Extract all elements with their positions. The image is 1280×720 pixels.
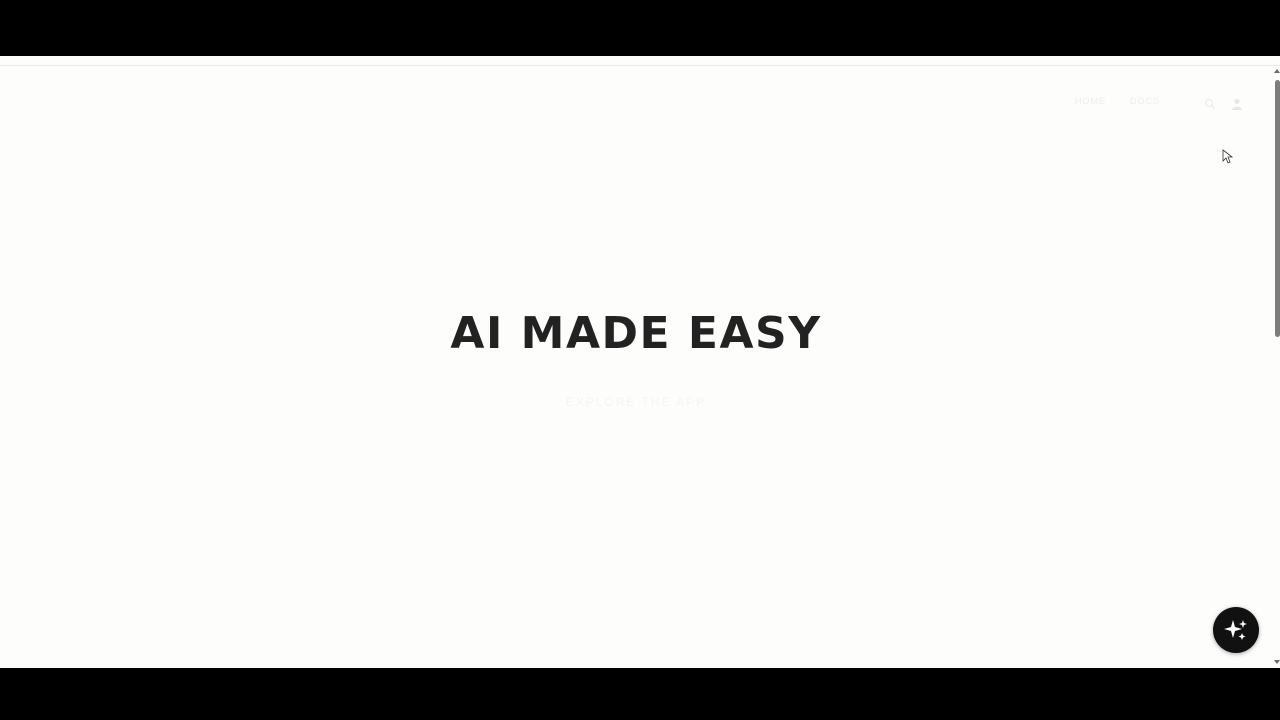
search-icon[interactable]	[1204, 97, 1216, 110]
nav-link-docs[interactable]: DOCS	[1130, 96, 1160, 106]
account-icon[interactable]	[1231, 97, 1243, 110]
scrollbar-thumb[interactable]	[1275, 80, 1280, 337]
mouse-cursor-icon	[1222, 149, 1234, 165]
browser-viewport: HOME DOCS AI MADE EASY EXPLORE THE APP	[0, 56, 1280, 668]
hero-subtitle: EXPLORE THE APP	[565, 395, 707, 409]
scroll-down-arrow-icon[interactable]	[1274, 660, 1280, 664]
hero-title: AI MADE EASY	[450, 308, 822, 359]
letterbox-bottom	[0, 668, 1280, 720]
header-divider	[0, 65, 1280, 66]
letterbox-top	[0, 0, 1280, 56]
scroll-up-arrow-icon[interactable]	[1274, 69, 1280, 73]
sparkles-icon	[1224, 620, 1247, 640]
nav-link-home[interactable]: HOME	[1075, 96, 1106, 106]
ai-assistant-button[interactable]	[1213, 607, 1259, 653]
